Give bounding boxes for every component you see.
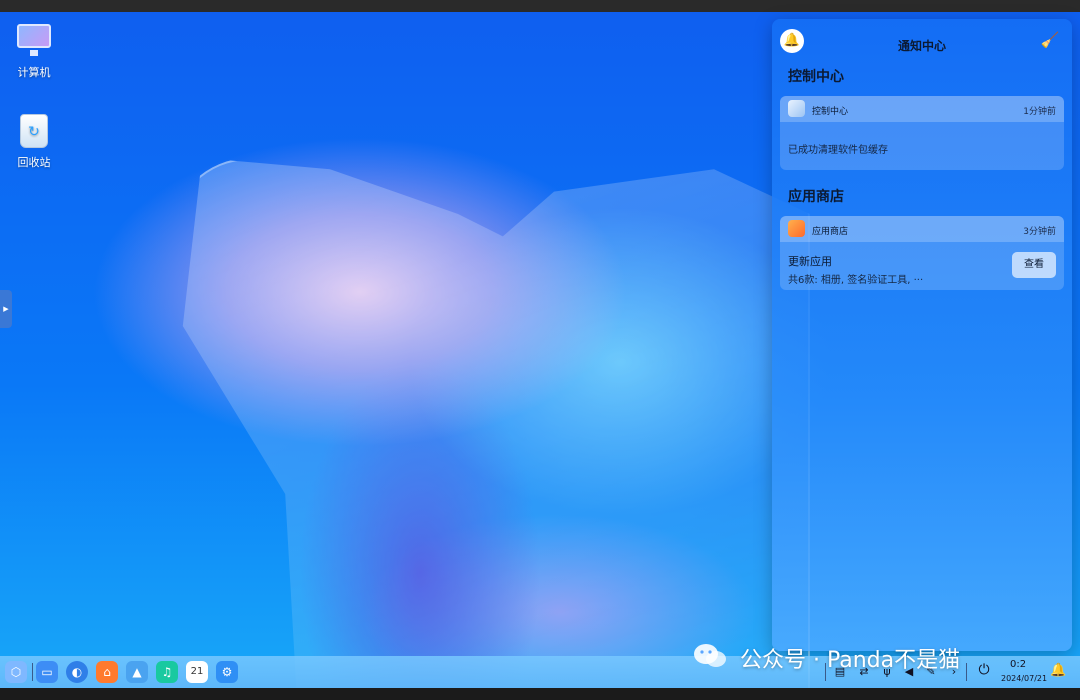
- chevron-right-icon: ▶: [3, 305, 9, 313]
- view-button[interactable]: 查看: [1012, 252, 1056, 278]
- card-app-name: 控制中心: [812, 107, 849, 117]
- trash-icon: ↻: [16, 114, 52, 150]
- calendar-icon[interactable]: 21: [186, 661, 208, 683]
- window-top-bar: [0, 0, 1080, 12]
- notification-card-control-center[interactable]: 控制中心 1分钟前 已成功清理软件包缓存: [780, 96, 1064, 170]
- bell-icon[interactable]: 🔔: [1050, 664, 1066, 678]
- gear-icon[interactable]: ⚙: [216, 661, 238, 683]
- bag-icon: [788, 220, 805, 237]
- taskbar-divider: [32, 663, 33, 681]
- card-body: 已成功清理软件包缓存: [780, 122, 1064, 156]
- panel-header: 🔔 通知中心 🧹: [772, 19, 1072, 63]
- image-icon[interactable]: ▲: [126, 661, 148, 683]
- card-header: 应用商店 3分钟前: [780, 216, 1064, 242]
- desktop-icon-computer[interactable]: 计算机: [6, 24, 62, 80]
- power-icon[interactable]: ⏻: [976, 663, 992, 677]
- card-header: 控制中心 1分钟前: [780, 96, 1064, 122]
- broom-icon: 🧹: [1040, 31, 1060, 49]
- notification-center-panel: 🔔 通知中心 🧹 控制中心 控制中心 1分钟前 已成功清理软件包缓存 应用商店 …: [772, 19, 1072, 651]
- section-title-app-store: 应用商店: [788, 189, 844, 205]
- section-title-control-center: 控制中心: [788, 69, 844, 85]
- card-time: 3分钟前: [1023, 227, 1056, 237]
- folder-icon[interactable]: ▭: [36, 661, 58, 683]
- wechat-icon: [694, 644, 726, 667]
- card-body: 更新应用 共6款: 相册, 签名验证工具, ··· 查看: [780, 242, 1064, 286]
- panel-title: 通知中心: [897, 39, 946, 53]
- desktop-icon-label: 回收站: [17, 156, 51, 169]
- browser-icon[interactable]: ◐: [66, 661, 88, 683]
- notification-card-app-store[interactable]: 应用商店 3分钟前 更新应用 共6款: 相册, 签名验证工具, ··· 查看: [780, 216, 1064, 290]
- desktop-icon-label: 计算机: [17, 66, 51, 79]
- window-bottom-bar: [0, 688, 1080, 700]
- side-handle-tab[interactable]: ▶: [0, 290, 12, 328]
- clock-date[interactable]: 2024/07/21: [1001, 674, 1047, 683]
- clock-time[interactable]: 0:2: [1010, 659, 1026, 670]
- watermark-text: 公众号 · Panda不是猫: [740, 648, 961, 673]
- wallpaper-glass-shape: [182, 158, 810, 688]
- card-time: 1分钟前: [1023, 107, 1056, 117]
- music-icon[interactable]: ♫: [156, 661, 178, 683]
- card-message: 已成功清理软件包缓存: [788, 145, 888, 156]
- control-center-app-icon: [788, 100, 805, 117]
- desktop-icon-trash[interactable]: ↻ 回收站: [6, 114, 62, 170]
- computer-icon: [16, 24, 52, 60]
- cube-icon[interactable]: ⬡: [5, 661, 27, 683]
- card-app-name: 应用商店: [812, 227, 849, 237]
- clear-all-button[interactable]: 🧹: [1040, 30, 1060, 50]
- bag-icon[interactable]: ⌂: [96, 661, 118, 683]
- taskbar-divider: [966, 663, 967, 681]
